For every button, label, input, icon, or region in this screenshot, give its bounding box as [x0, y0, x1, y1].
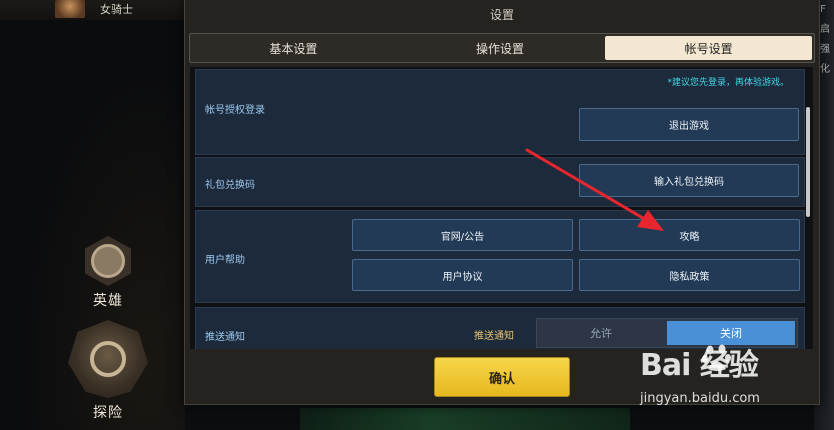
player-avatar[interactable]	[55, 0, 85, 18]
watermark-brand: Bai 经验	[640, 348, 759, 383]
account-login-label: 帐号授权登录	[205, 105, 265, 116]
gift-code-label: 礼包兑换码	[205, 180, 255, 191]
privacy-policy-button[interactable]: 隐私政策	[579, 259, 800, 291]
push-section-label: 推送通知	[205, 332, 245, 343]
tab-account-settings[interactable]: 帐号设置	[605, 36, 813, 60]
user-agreement-button[interactable]: 用户协议	[352, 259, 573, 291]
official-site-button[interactable]: 官网/公告	[352, 219, 573, 251]
nav-explore-button[interactable]: 探险	[64, 320, 152, 422]
guide-button[interactable]: 攻略	[579, 219, 800, 251]
game-scenery	[300, 408, 630, 430]
account-login-section: *建议您先登录，再体验游戏。 帐号授权登录 退出游戏	[195, 69, 805, 155]
account-settings-panel[interactable]: *建议您先登录，再体验游戏。 帐号授权登录 退出游戏 礼包兑换码 输入礼包兑换码…	[190, 67, 813, 349]
player-bar	[0, 0, 185, 20]
panel-scrollbar[interactable]	[806, 107, 810, 217]
logout-button[interactable]: 退出游戏	[579, 108, 799, 141]
paw-icon	[702, 344, 731, 371]
redeem-gift-code-button[interactable]: 输入礼包兑换码	[579, 164, 799, 197]
player-name: 女骑士	[100, 3, 133, 16]
nav-explore-label: 探险	[93, 405, 123, 421]
gift-code-section: 礼包兑换码 输入礼包兑换码	[195, 157, 805, 207]
user-help-label: 用户帮助	[205, 255, 245, 266]
confirm-button[interactable]: 确认	[434, 357, 570, 397]
tab-control-settings[interactable]: 操作设置	[397, 34, 604, 62]
settings-tabs: 基本设置 操作设置 帐号设置	[189, 33, 815, 63]
login-hint: *建议您先登录，再体验游戏。	[667, 78, 789, 88]
watermark: Bai 经验 jingyan.baidu.com	[640, 340, 820, 420]
tab-basic-settings[interactable]: 基本设置	[190, 34, 397, 62]
dialog-title: 设置	[489, 8, 514, 22]
nav-hero-label: 英雄	[93, 293, 123, 309]
nav-hero-button[interactable]: 英雄	[78, 236, 138, 310]
explore-icon	[68, 320, 148, 398]
push-inline-label: 推送通知	[474, 331, 514, 342]
right-hud-text: F启 强化	[820, 4, 830, 75]
watermark-url: jingyan.baidu.com	[640, 391, 760, 406]
user-help-section: 用户帮助 官网/公告 攻略 用户协议 隐私政策	[195, 210, 805, 303]
hero-icon	[85, 236, 131, 286]
